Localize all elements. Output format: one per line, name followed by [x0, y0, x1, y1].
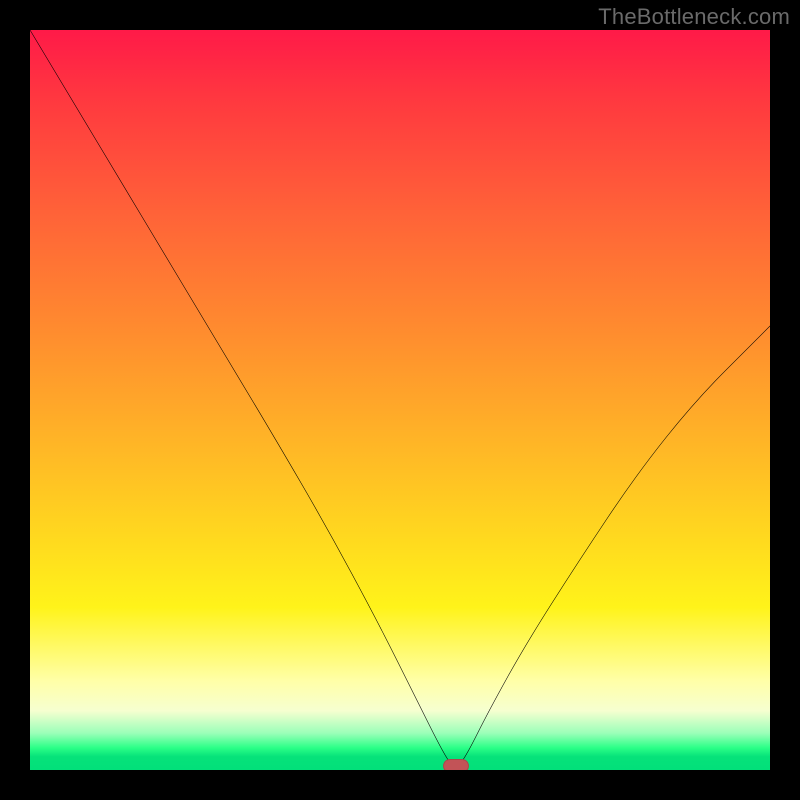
chart-frame: TheBottleneck.com: [0, 0, 800, 800]
bottleneck-curve: [30, 30, 770, 766]
plot-area: [30, 30, 770, 770]
watermark-text: TheBottleneck.com: [598, 4, 790, 30]
optimum-marker: [443, 759, 469, 770]
curve-svg: [30, 30, 770, 770]
